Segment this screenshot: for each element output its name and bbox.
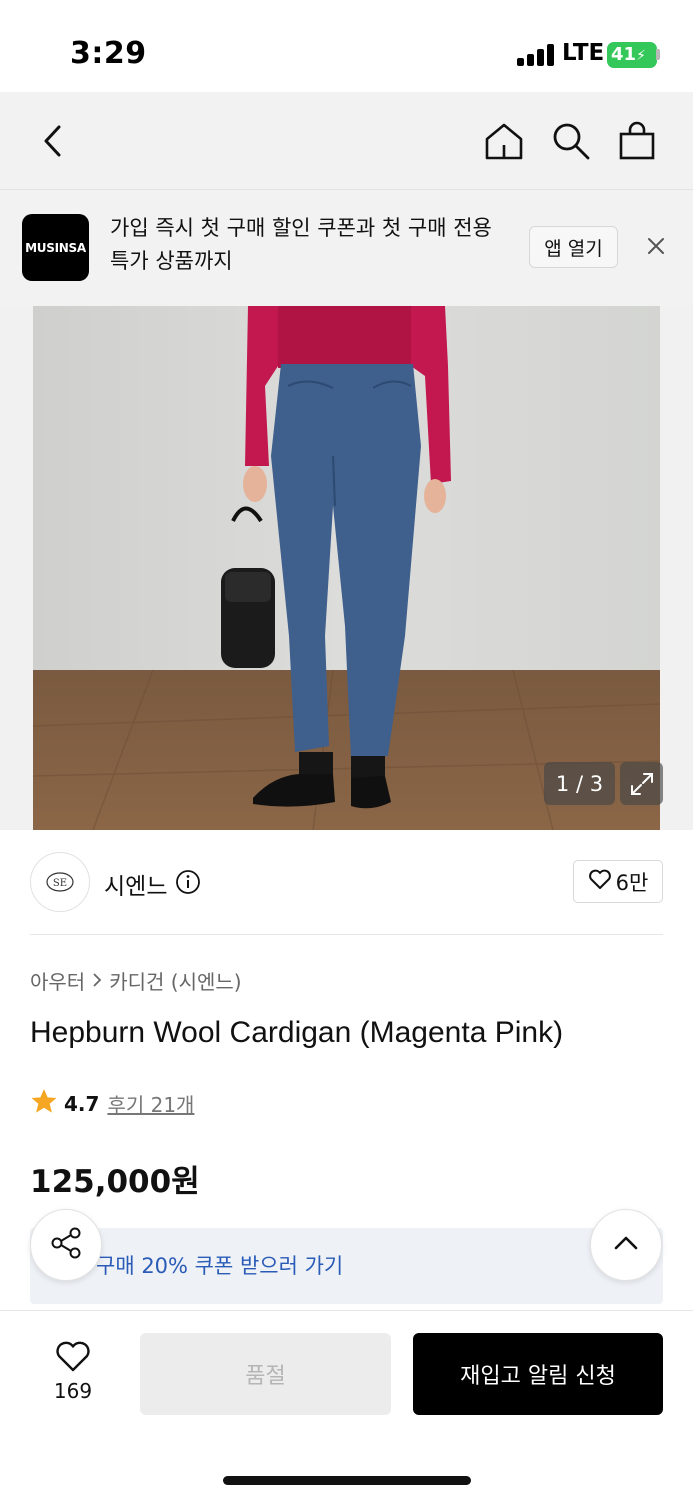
breadcrumb: 아우터 카디건 (시엔느): [30, 966, 242, 995]
bottom-action-bar: 169 품절 재입고 알림 신청: [0, 1310, 693, 1500]
divider: [30, 934, 663, 935]
product-title: Hepburn Wool Cardigan (Magenta Pink): [30, 1016, 564, 1049]
wishlist-count: 169: [53, 1379, 93, 1403]
shopping-bag-icon[interactable]: [612, 116, 662, 166]
coupon-banner[interactable]: 구매 20% 쿠폰 받으러 가기: [30, 1228, 663, 1304]
brand-name[interactable]: 시엔느: [104, 867, 167, 901]
gallery-page-indicator: 1 / 3: [544, 762, 615, 805]
star-icon: [30, 1088, 58, 1119]
brand-row: SE 시엔느 6만: [30, 852, 663, 912]
scroll-top-button[interactable]: [590, 1209, 662, 1281]
product-price: 125,000원: [30, 1164, 200, 1200]
home-icon[interactable]: [479, 116, 529, 166]
product-gallery[interactable]: [0, 306, 693, 830]
battery-tip: [656, 49, 660, 60]
wishlist-button[interactable]: 169: [40, 1339, 106, 1403]
search-icon[interactable]: [546, 116, 596, 166]
battery-level: 41: [611, 44, 637, 65]
review-link[interactable]: 후기 21개: [107, 1089, 194, 1118]
back-icon[interactable]: [28, 116, 78, 166]
banner-message: 가입 즉시 첫 구매 할인 쿠폰과 첫 구매 전용 특가 상품까지: [110, 216, 492, 273]
share-icon: [49, 1226, 83, 1264]
brand-like-count: 6만: [615, 870, 649, 895]
musinsa-logo: MUSINSA: [22, 214, 89, 281]
breadcrumb-item[interactable]: 카디건 (시엔느): [109, 966, 241, 995]
info-icon[interactable]: [175, 869, 201, 895]
chevron-right-icon: [91, 969, 103, 993]
app-install-banner: MUSINSA 가입 즉시 첫 구매 할인 쿠폰과 첫 구매 전용 특가 상품까…: [0, 190, 693, 306]
soldout-button: 품절: [140, 1333, 391, 1415]
battery-icon: 41⚡: [607, 42, 657, 68]
product-photo[interactable]: [33, 306, 660, 830]
network-label: LTE: [562, 40, 605, 66]
breadcrumb-item[interactable]: 아우터: [30, 966, 85, 995]
signal-icon: [517, 44, 555, 66]
close-icon[interactable]: [640, 230, 672, 262]
top-nav: [0, 92, 693, 190]
coupon-text: 구매 20% 쿠폰 받으러 가기: [96, 1254, 344, 1278]
heart-icon: [588, 868, 612, 895]
status-time: 3:29: [70, 36, 147, 71]
open-app-button[interactable]: 앱 열기: [529, 226, 618, 268]
brand-logo[interactable]: SE: [30, 852, 90, 912]
share-button[interactable]: [30, 1209, 102, 1281]
brand-like-button[interactable]: 6만: [573, 860, 663, 903]
chevron-up-icon: [613, 1235, 639, 1255]
rating-row: 4.7 후기 21개: [30, 1088, 194, 1119]
expand-icon[interactable]: [620, 762, 663, 805]
home-indicator: [223, 1476, 471, 1485]
heart-icon: [54, 1341, 92, 1377]
rating-value: 4.7: [64, 1091, 100, 1116]
brand-logo-text: SE: [53, 878, 67, 889]
status-bar: 3:29 LTE 41⚡: [0, 0, 693, 92]
restock-alert-button[interactable]: 재입고 알림 신청: [413, 1333, 663, 1415]
